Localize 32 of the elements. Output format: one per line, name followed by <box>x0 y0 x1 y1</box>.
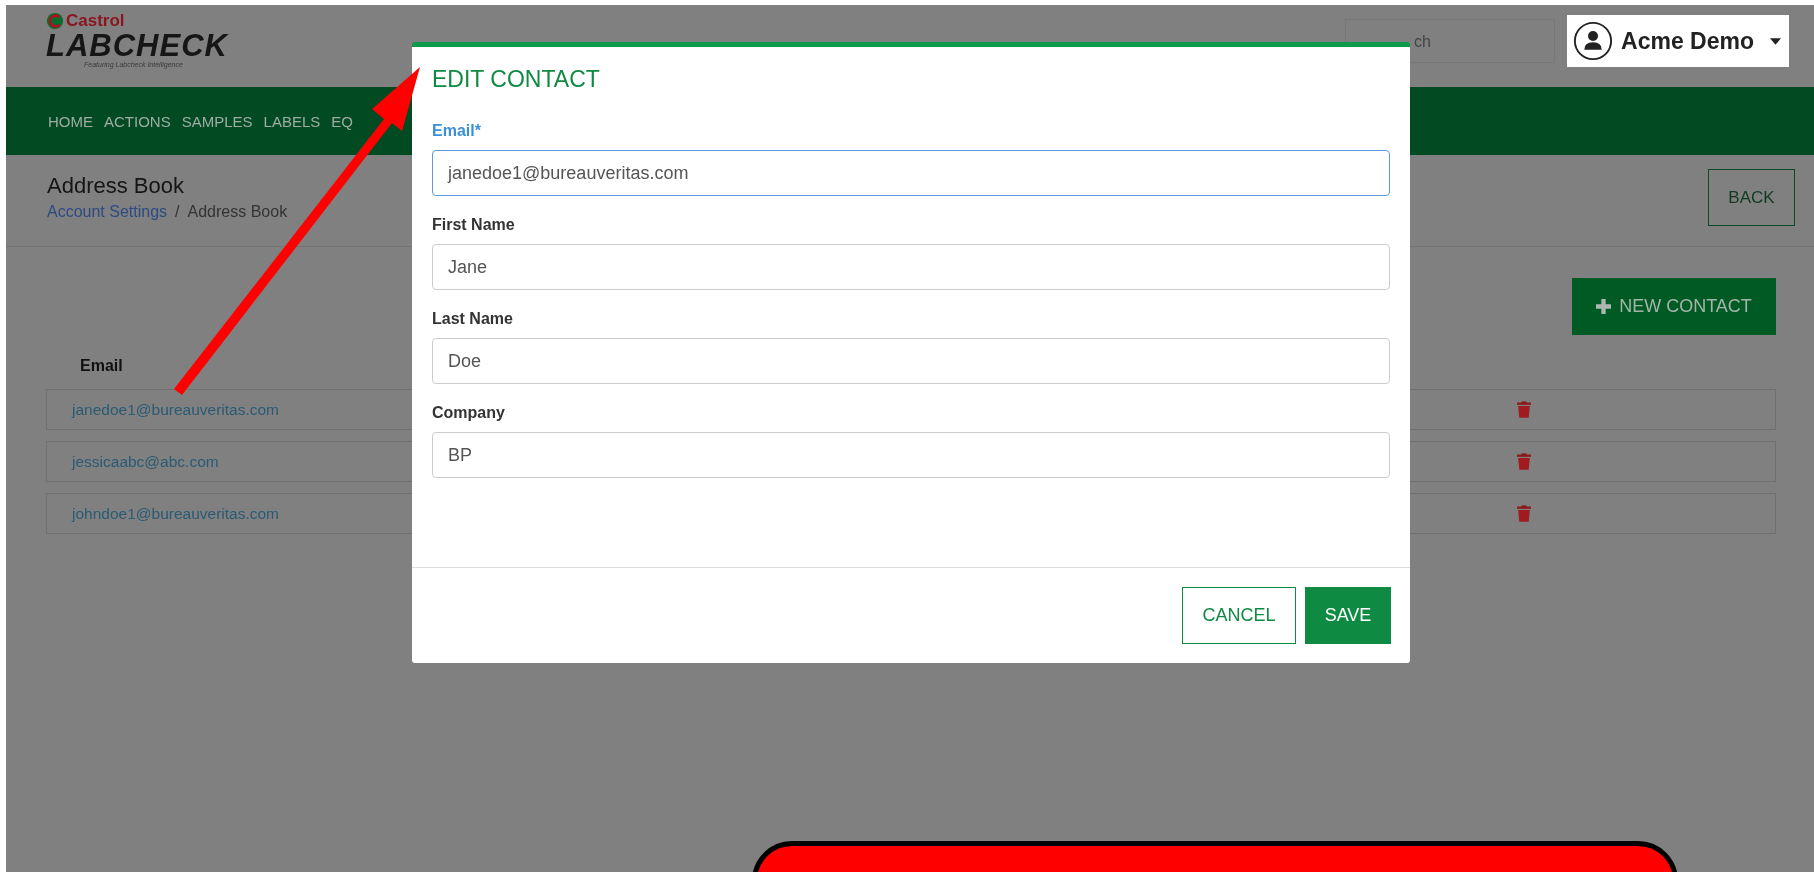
nav-link[interactable]: SAMPLES <box>181 112 253 130</box>
brand-name: Castrol <box>66 11 125 31</box>
field-label: Company <box>432 404 506 422</box>
field-label: Email* <box>432 122 482 140</box>
field-label: Last Name <box>432 310 514 328</box>
dialog-title: EDIT CONTACT <box>431 65 601 94</box>
back-button[interactable]: BACK <box>1708 169 1795 226</box>
page-title: Address Book <box>47 173 185 199</box>
save-button[interactable]: SAVE <box>1305 587 1391 644</box>
account-menu[interactable]: Acme Demo <box>1567 15 1789 67</box>
input-field[interactable]: BP <box>432 432 1390 478</box>
castrol-logo-icon <box>46 12 64 30</box>
nav-link[interactable]: ACTIONS <box>104 112 171 130</box>
column-header: Email <box>80 357 123 374</box>
nav-link[interactable]: HOME <box>48 112 93 130</box>
new-contact-button[interactable]: NEW CONTACT <box>1572 278 1776 335</box>
caret-icon <box>1770 37 1781 45</box>
nav-link[interactable]: EQ <box>331 112 353 130</box>
field-label: First Name <box>432 216 516 234</box>
input-field[interactable]: janedoe1@bureauveritas.com <box>432 150 1390 196</box>
input-field[interactable]: Doe <box>432 338 1390 384</box>
trash-icon[interactable] <box>1517 453 1531 470</box>
cancel-button[interactable]: CANCEL <box>1182 587 1296 644</box>
user-icon <box>1573 21 1614 61</box>
nav-link[interactable]: LABELS <box>263 112 321 130</box>
trash-icon[interactable] <box>1517 401 1531 418</box>
input-field[interactable]: Jane <box>432 244 1390 290</box>
breadcrumb-current: Address Book <box>187 203 288 221</box>
trash-icon[interactable] <box>1517 505 1531 522</box>
breadcrumb-separator: / <box>175 203 180 221</box>
product-name: LABCHECK <box>46 31 228 61</box>
plus-icon <box>1596 299 1612 314</box>
